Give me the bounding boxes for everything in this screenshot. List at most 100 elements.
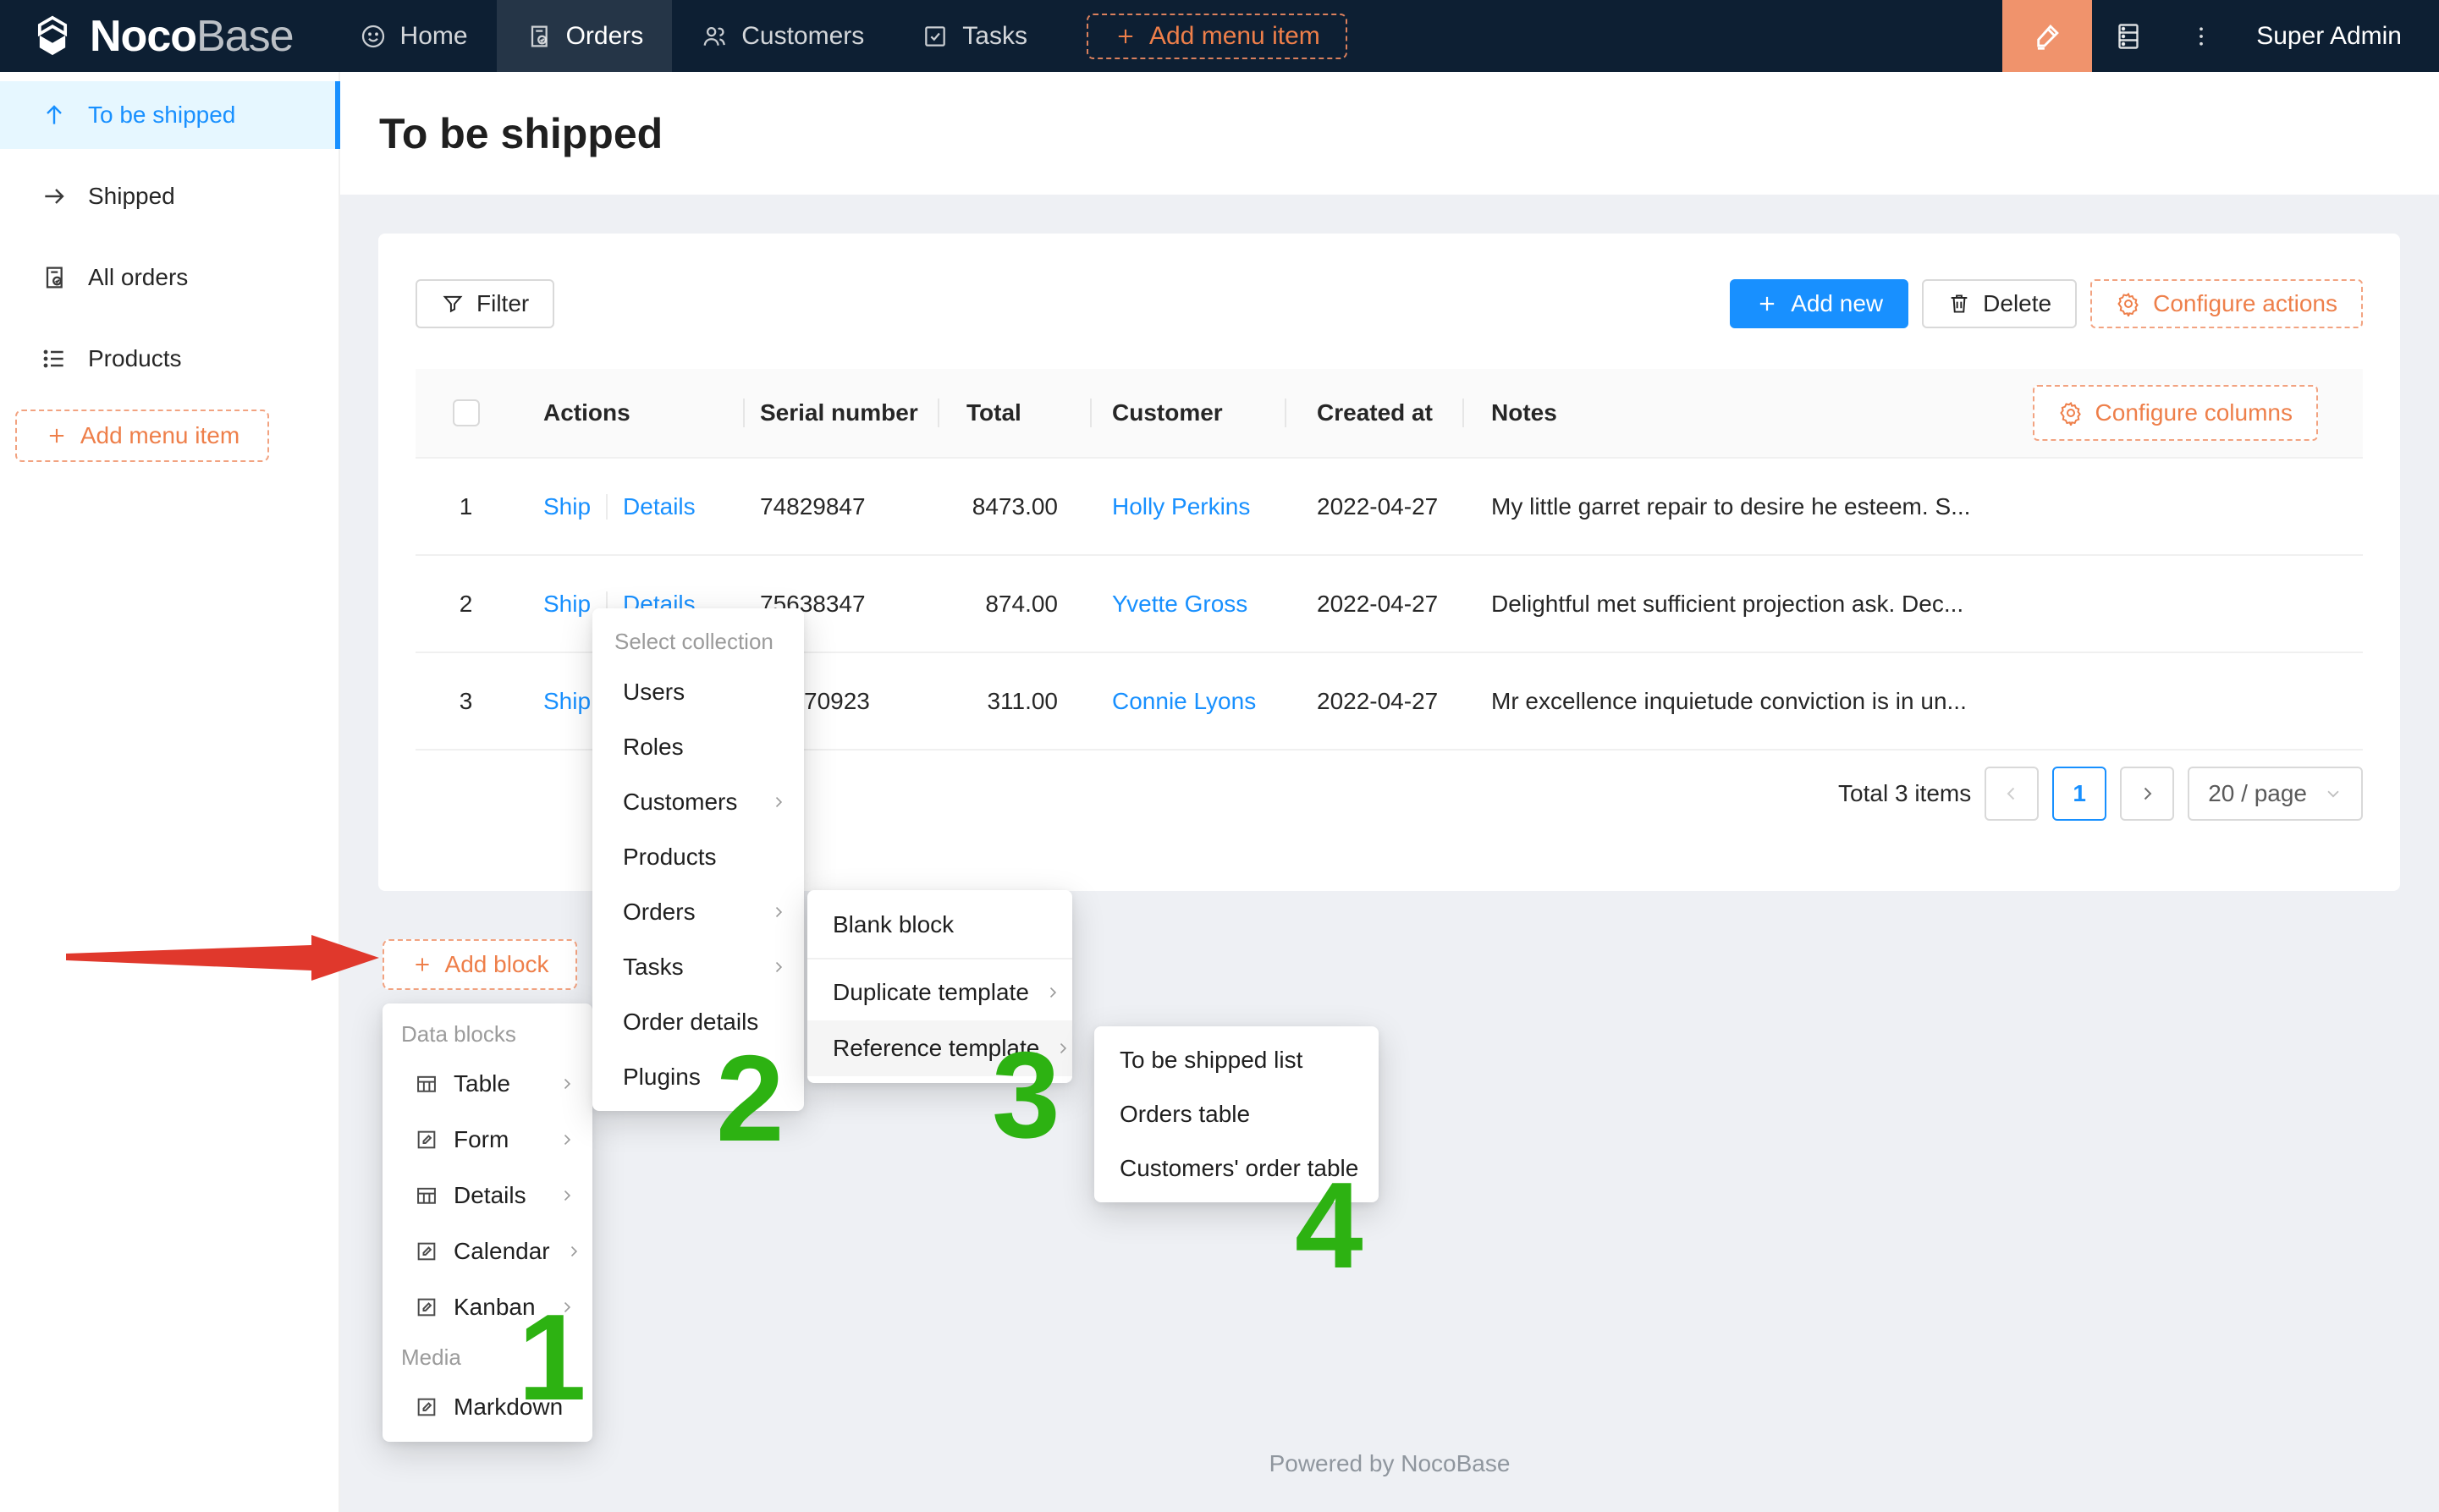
ship-link[interactable]: Ship [543, 591, 591, 618]
cube-logo-icon [29, 13, 76, 60]
menu-item-label: Roles [623, 734, 787, 761]
kebab-menu-icon [2188, 24, 2214, 49]
menu-item-orders-table[interactable]: Orders table [1094, 1087, 1379, 1141]
powered-by-footer: Powered by NocoBase [340, 1450, 2439, 1477]
top-navbar: NocoBase Home Orders Customers Tasks Add… [0, 0, 2439, 72]
add-menu-item-label: Add menu item [1149, 22, 1320, 51]
menu-item-label: Details [454, 1182, 543, 1209]
nav-item-tasks[interactable]: Tasks [893, 0, 1056, 72]
plus-icon [1114, 25, 1137, 48]
add-block-button[interactable]: Add block [383, 939, 577, 990]
form-icon [415, 1240, 438, 1263]
configure-columns-button[interactable]: Configure columns [2033, 385, 2318, 441]
menu-item-table[interactable]: Table [383, 1056, 592, 1112]
filter-button-label: Filter [476, 290, 529, 317]
pagination-page-1[interactable]: 1 [2052, 767, 2106, 821]
pagination-total: Total 3 items [1838, 780, 1971, 807]
menu-item-users[interactable]: Users [592, 664, 804, 719]
filter-button[interactable]: Filter [416, 279, 554, 328]
configure-actions-button[interactable]: Configure actions [2090, 279, 2363, 328]
menu-item-products[interactable]: Products [592, 829, 804, 884]
customer-link[interactable]: Holly Perkins [1112, 493, 1250, 520]
user-menu[interactable]: Super Admin [2238, 22, 2439, 51]
menu-item-duplicate-template[interactable]: Duplicate template [807, 965, 1072, 1020]
menu-item-details[interactable]: Details [383, 1168, 592, 1223]
sidebar-item-products[interactable]: Products [0, 325, 339, 393]
form-icon [415, 1295, 438, 1319]
menu-item-label: Form [454, 1126, 543, 1153]
ui-editor-button[interactable] [2002, 0, 2092, 72]
sidebar-item-shipped[interactable]: Shipped [0, 162, 339, 230]
customer-link[interactable]: Yvette Gross [1112, 591, 1247, 617]
cell-notes: My little garret repair to desire he est… [1464, 493, 2363, 520]
more-actions-button[interactable] [2165, 0, 2238, 72]
menu-item-label: Calendar [454, 1238, 550, 1265]
nav-item-home[interactable]: Home [331, 0, 497, 72]
select-all-checkbox[interactable] [453, 399, 480, 426]
add-menu-item-button-sidebar[interactable]: Add menu item [15, 410, 269, 462]
orders-icon [526, 23, 553, 50]
topbar-right-cluster: Super Admin [2002, 0, 2439, 72]
chevron-right-icon [559, 1075, 575, 1092]
action-divider [606, 494, 608, 520]
nav-item-label: Customers [741, 22, 864, 51]
customer-link[interactable]: Connie Lyons [1112, 688, 1256, 714]
sidebar-item-label: All orders [88, 264, 188, 291]
configure-actions-label: Configure actions [2153, 290, 2337, 317]
page-header: To be shipped [340, 72, 2439, 195]
page-size-select[interactable]: 20 / page [2188, 767, 2363, 821]
toolbar-right-group: Add new Delete Configure actions [1730, 279, 2363, 328]
customers-icon [701, 23, 728, 50]
chevron-right-icon [770, 794, 787, 811]
menu-item-label: Blank block [833, 911, 1055, 938]
add-new-button[interactable]: Add new [1730, 279, 1908, 328]
delete-button[interactable]: Delete [1922, 279, 2077, 328]
sidebar-item-label: Products [88, 345, 182, 372]
pagination-prev-button[interactable] [1985, 767, 2039, 821]
cell-serial: 74829847 [745, 493, 939, 520]
add-menu-item-button-topbar[interactable]: Add menu item [1087, 14, 1347, 59]
menu-item-label: Customers [623, 789, 755, 816]
nocobase-logo[interactable]: NocoBase [0, 11, 331, 62]
filter-icon [441, 292, 465, 316]
menu-item-orders[interactable]: Orders [592, 884, 804, 939]
ship-link[interactable]: Ship [543, 688, 591, 715]
menu-item-label: To be shipped list [1120, 1047, 1362, 1074]
nav-item-orders[interactable]: Orders [497, 0, 673, 72]
menu-item-customers[interactable]: Customers [592, 774, 804, 829]
cell-created-at: 2022-04-27 [1286, 688, 1464, 715]
menu-item-calendar[interactable]: Calendar [383, 1223, 592, 1279]
sidebar-item-label: Shipped [88, 183, 175, 210]
pagination-next-button[interactable] [2120, 767, 2174, 821]
row-index: 3 [416, 688, 516, 715]
menu-item-blank-block[interactable]: Blank block [807, 897, 1072, 953]
menu-item-tasks[interactable]: Tasks [592, 939, 804, 994]
red-arrow-annotation [66, 932, 381, 983]
collections-manager-button[interactable] [2092, 0, 2165, 72]
column-header-serial: Serial number [745, 399, 939, 426]
table-row: 1 Ship Details 74829847 8473.00 Holly Pe… [416, 459, 2363, 556]
menu-item-roles[interactable]: Roles [592, 719, 804, 774]
add-block-label: Add block [445, 951, 549, 978]
menu-item-label: Duplicate template [833, 979, 1029, 1006]
table-icon [415, 1072, 438, 1096]
pagination: Total 3 items 1 20 / page [1838, 767, 2363, 821]
menu-item-form[interactable]: Form [383, 1112, 592, 1168]
nav-item-customers[interactable]: Customers [672, 0, 893, 72]
sidebar-item-all-orders[interactable]: All orders [0, 244, 339, 311]
column-header-created-at: Created at [1286, 399, 1464, 426]
table-toolbar: Filter Add new Delete [416, 279, 2363, 328]
menu-divider [807, 958, 1072, 959]
menu-item-label: Orders [623, 899, 755, 926]
table-icon [415, 1184, 438, 1207]
ship-link[interactable]: Ship [543, 493, 591, 520]
step-annotation-3: 3 [992, 1034, 1060, 1157]
sidebar-item-label: To be shipped [88, 102, 235, 129]
sidebar-item-to-be-shipped[interactable]: To be shipped [0, 81, 339, 149]
menu-item-to-be-shipped-list[interactable]: To be shipped list [1094, 1033, 1379, 1087]
chevron-right-icon [565, 1243, 582, 1260]
details-link[interactable]: Details [623, 493, 696, 520]
cell-total: 311.00 [939, 688, 1092, 715]
trash-icon [1947, 292, 1971, 316]
chevron-right-icon [559, 1131, 575, 1148]
